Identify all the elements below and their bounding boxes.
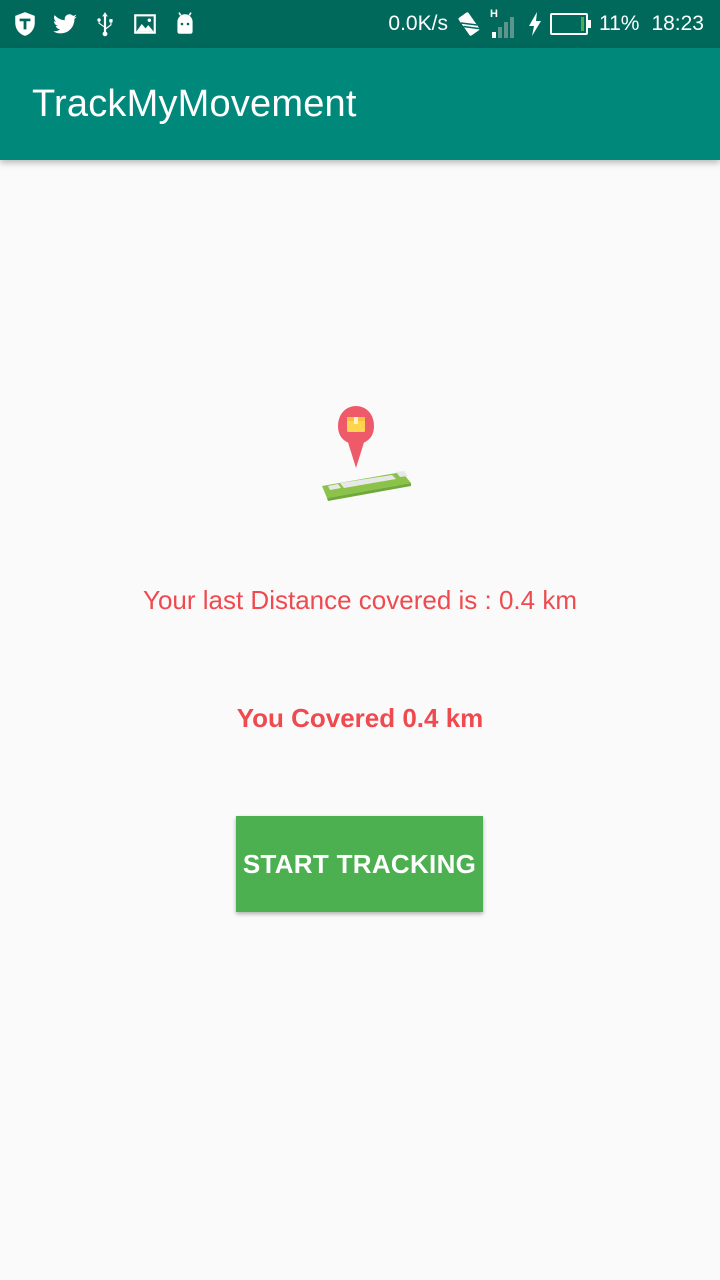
charging-bolt-icon <box>528 12 541 36</box>
app-title: TrackMyMovement <box>32 83 357 125</box>
twitter-icon <box>53 14 77 34</box>
map-location-pin-icon <box>322 406 411 501</box>
shield-icon <box>15 12 35 36</box>
screen-rotation-icon <box>458 12 480 36</box>
battery-body <box>549 13 588 35</box>
notification-icons <box>12 0 198 48</box>
start-tracking-button[interactable]: START TRACKING <box>236 816 483 912</box>
signal-bars-icon <box>491 17 514 38</box>
battery-level-fill <box>580 17 584 31</box>
battery-percent: 11% <box>598 12 640 35</box>
usb-icon <box>97 12 113 37</box>
distance-covered-text: You Covered 0.4 km <box>236 703 484 733</box>
clock: 18:23 <box>651 12 704 35</box>
last-distance-text: Your last Distance covered is : 0.4 km <box>142 585 577 615</box>
app-bar: TrackMyMovement <box>0 48 720 160</box>
main-content: Your last Distance covered is : 0.4 km Y… <box>0 160 720 1280</box>
battery-tip <box>587 20 591 28</box>
image-icon <box>134 14 156 34</box>
system-status: 0.0K/s H 11% 18:23 <box>388 0 704 48</box>
network-speed: 0.0K/s <box>388 12 448 35</box>
signal-strength: H <box>490 8 520 38</box>
battery-icon <box>549 13 591 35</box>
android-icon <box>177 12 193 34</box>
status-bar: 0.0K/s H 11% 18:23 <box>0 0 720 48</box>
